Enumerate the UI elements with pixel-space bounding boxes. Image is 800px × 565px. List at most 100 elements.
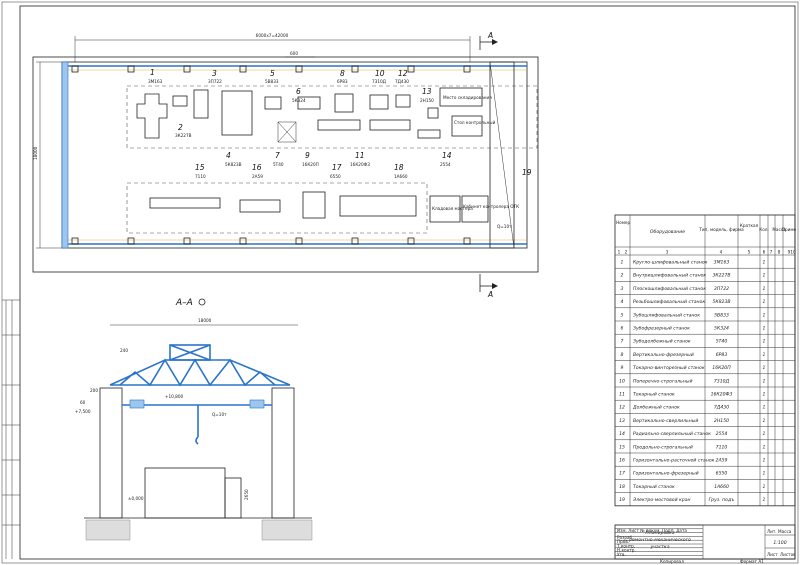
machine-16: 16 2А59 — [239, 163, 281, 213]
svg-text:7: 7 — [275, 151, 280, 160]
machine-12: 12 7Д430 — [395, 69, 411, 108]
table-row-qty: 1 — [763, 299, 766, 305]
svg-text:5К324: 5К324 — [292, 98, 306, 103]
table-row-name: Продольно-строгальный — [633, 444, 693, 450]
machine-4: 4 5К823В — [221, 90, 253, 167]
svg-text:2: 2 — [178, 123, 183, 132]
table-row-name: Кругло-шлифовальный станок — [633, 260, 708, 266]
column-number: 3 — [666, 250, 669, 255]
table-header-number: Номер — [616, 220, 630, 225]
table-row-number: 1 — [621, 260, 624, 266]
table-row-name: Резьбошлифовальный станок — [633, 299, 705, 305]
crane-load: Q=10т — [212, 412, 227, 417]
svg-text:7310Д: 7310Д — [372, 79, 387, 84]
table-row-qty: 1 — [763, 405, 766, 411]
svg-text:8: 8 — [340, 69, 345, 78]
column-number: 10 — [790, 250, 796, 255]
table-row-number: 12 — [619, 405, 625, 411]
svg-text:6: 6 — [296, 87, 301, 96]
svg-text:1: 1 — [150, 68, 155, 77]
svg-text:±0,000: ±0,000 — [128, 496, 144, 501]
section-mark-top: A — [487, 31, 493, 40]
column-number: 7 — [770, 250, 773, 255]
table-row-number: 13 — [619, 418, 625, 424]
table-row-model: 6550 — [716, 471, 728, 477]
svg-text:1А660: 1А660 — [394, 174, 408, 179]
table-row-model: 5К823В — [712, 299, 730, 305]
table-row-name: Внутришлифовальный станок — [633, 273, 706, 279]
table-row-qty: 1 — [763, 471, 766, 477]
table-row-qty: 1 — [763, 444, 766, 450]
table-header-note: Приме — [782, 227, 797, 232]
table-header-qty: Кол. — [759, 227, 769, 232]
svg-text:16: 16 — [252, 163, 262, 172]
table-row-model: 7Д430 — [714, 405, 729, 411]
table-row-name: Горизонтально-фрезерный — [633, 471, 699, 477]
svg-text:9: 9 — [305, 151, 310, 160]
table-row-model: 5К324 — [714, 326, 729, 332]
table-row-model: 2А59 — [716, 458, 728, 464]
table-row-name: Зубошлифовальный станок — [633, 312, 700, 318]
table-row-model: 3К227В — [712, 273, 730, 279]
svg-text:200: 200 — [90, 388, 98, 393]
table-row-name: Токарный станок — [633, 392, 675, 398]
table-row-number: 6 — [621, 326, 624, 332]
equipment-table: Номер Оборудование Тип, модель, фирмаКратк… — [614, 214, 797, 507]
table-row-name: Электро-мостовой кран — [632, 497, 691, 503]
svg-text:10: 10 — [375, 69, 385, 78]
table-row-model: 7310Д — [714, 378, 730, 384]
columns-bottom — [71, 237, 471, 245]
svg-text:+10,800: +10,800 — [165, 394, 183, 399]
svg-text:7110: 7110 — [195, 174, 206, 179]
table-row-number: 2 — [621, 273, 624, 279]
table-row-number: 19 — [619, 497, 625, 503]
machine-7: 7 5Т40 — [273, 121, 297, 167]
svg-text:4: 4 — [226, 151, 231, 160]
svg-text:3: 3 — [212, 69, 217, 78]
svg-text:60: 60 — [80, 400, 86, 405]
table-row-model: 1А660 — [714, 484, 729, 490]
footer-copy: Копировал — [660, 559, 684, 564]
left-margin-strip — [2, 299, 20, 559]
table-row-qty: 1 — [763, 365, 766, 371]
svg-text:5: 5 — [270, 69, 275, 78]
table-row-qty: 1 — [763, 286, 766, 292]
table-header-model: Тип, модель, фирма — [698, 227, 744, 232]
svg-text:6Р83: 6Р83 — [337, 79, 348, 84]
table-row-number: 10 — [619, 378, 625, 384]
title-block-change-row: Изм. Лист № докум. Подп. Дата — [617, 528, 687, 533]
svg-text:Масса: Масса — [778, 529, 792, 534]
table-row-model: 5Т40 — [716, 339, 728, 345]
svg-text:Кабинет контролера ОТК: Кабинет контролера ОТК — [463, 204, 519, 209]
title-block-role: Утв. — [617, 552, 626, 557]
machine-10: 10 7310Д — [369, 69, 389, 110]
svg-text:240: 240 — [120, 348, 128, 353]
svg-text:3М163: 3М163 — [148, 79, 163, 84]
column-number: 6 — [763, 250, 766, 255]
table-row-qty: 1 — [763, 392, 766, 398]
scale: 1:100 — [773, 540, 786, 546]
table-row-number: 16 — [619, 458, 625, 464]
machine-5: 5 5В833 — [264, 69, 282, 110]
svg-text:+7,500: +7,500 — [75, 409, 91, 414]
table-row-number: 14 — [619, 431, 625, 437]
plan-view: 6000х7=42000 600 A A 18000 1 3М163 2 3К2… — [32, 31, 539, 299]
svg-text:7Д430: 7Д430 — [395, 79, 409, 84]
table-row-name: Вертикально-сверлильный — [633, 418, 698, 424]
section-title: А–А — [175, 298, 193, 308]
table-row-model: 2Н150 — [714, 418, 729, 424]
table-row-qty: 1 — [763, 352, 766, 358]
table-row-number: 15 — [619, 444, 625, 450]
table-row-qty: 1 — [763, 339, 766, 345]
table-row-model: 16К20Ф3 — [711, 392, 733, 398]
table-row-qty: 1 — [763, 484, 766, 490]
svg-text:13: 13 — [422, 87, 432, 96]
section-view: А–А 18000 240 +10,800 Q=10т 200 60 +7,50… — [75, 298, 313, 541]
machine-18: 18 1А660 — [339, 163, 417, 217]
svg-text:12: 12 — [398, 69, 408, 78]
machine-11: 11 16К20Ф3 — [350, 119, 411, 167]
table-row-qty: 1 — [763, 431, 766, 437]
table-header-equipment: Оборудование — [650, 229, 685, 235]
drawing-sheet: 6000х7=42000 600 A A 18000 1 3М163 2 3К2… — [1, 1, 799, 564]
svg-text:2650: 2650 — [244, 489, 249, 500]
